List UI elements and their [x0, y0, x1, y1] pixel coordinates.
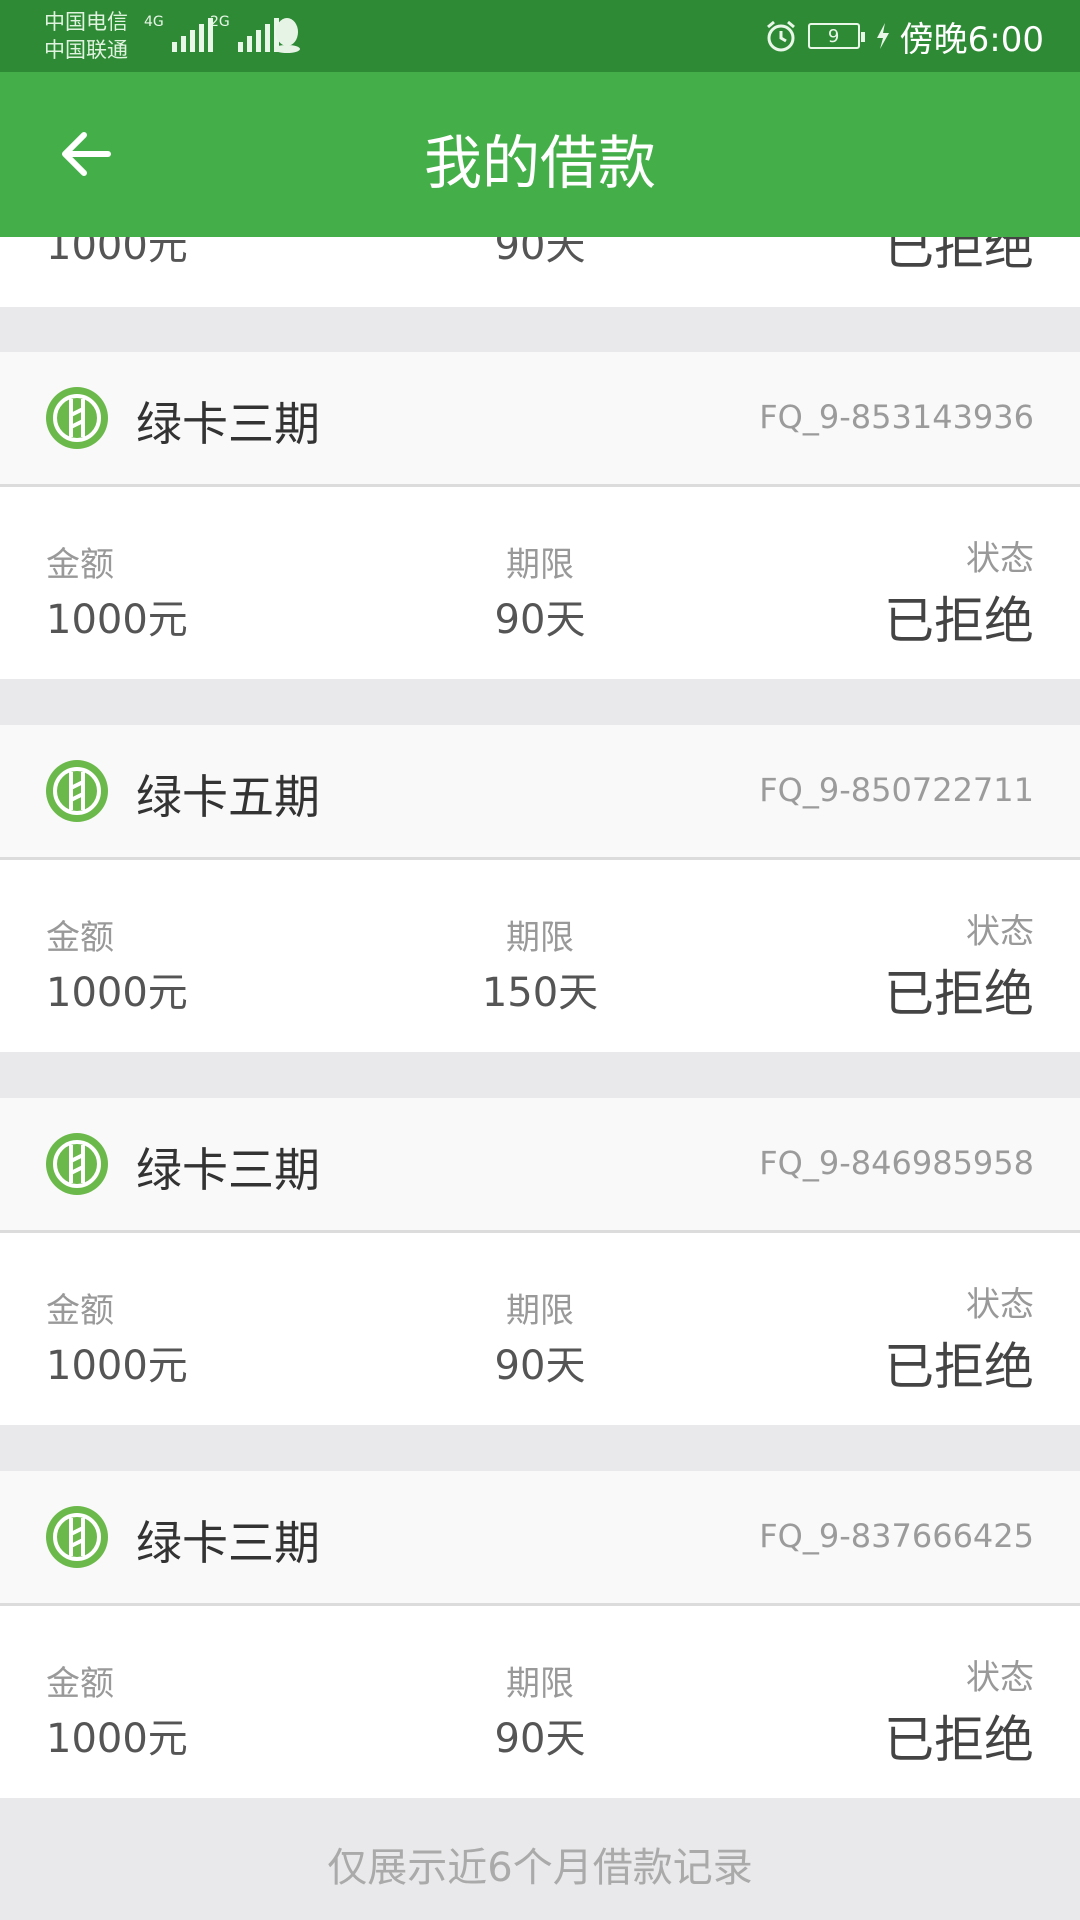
signal-4g-icon: 4G — [144, 14, 213, 52]
card-body: 金额 1000元 期限 90天 状态 已拒绝 — [0, 487, 1080, 679]
carrier-2: 中国联通 — [44, 38, 128, 62]
loan-record-card[interactable]: 绿卡三期 FQ_9-846985958 金额 1000元 期限 90天 状态 已… — [0, 1098, 1080, 1425]
product-name: 绿卡三期 — [136, 397, 320, 451]
loan-id: FQ_9-850722711 — [759, 771, 1034, 809]
status-value: 已拒绝 — [884, 1711, 1034, 1769]
footer-note: 仅展示近6个月借款记录 — [327, 1845, 753, 1891]
green-card-logo-icon — [46, 760, 108, 822]
status-right: 9 傍晚6:00 — [764, 0, 1044, 72]
status-label: 状态 — [966, 539, 1034, 579]
battery-icon: 9 — [807, 23, 865, 49]
status-value: 已拒绝 — [884, 592, 1034, 650]
term-label: 期限 — [506, 1291, 574, 1331]
loan-id: FQ_9-853143936 — [759, 398, 1034, 436]
card-header: 绿卡五期 FQ_9-850722711 — [0, 725, 1080, 860]
card-body: 金额 1000元 期限 150天 状态 已拒绝 — [0, 860, 1080, 1052]
term-label: 期限 — [506, 1664, 574, 1704]
app-bar: 我的借款 — [0, 72, 1080, 237]
carrier-info: 中国电信 中国联通 — [44, 8, 128, 64]
green-card-logo-icon — [46, 387, 108, 449]
product-name: 绿卡三期 — [136, 1143, 320, 1197]
clock: 傍晚6:00 — [899, 19, 1044, 60]
card-header: 绿卡三期 FQ_9-853143936 — [0, 352, 1080, 487]
carrier-1: 中国电信 — [44, 10, 128, 34]
alarm-icon — [766, 20, 795, 52]
status-label: 状态 — [966, 1658, 1034, 1698]
status-value: 已拒绝 — [884, 1338, 1034, 1396]
loan-id: FQ_9-846985958 — [759, 1144, 1034, 1182]
charging-bolt-icon — [876, 23, 889, 49]
card-body: 金额 1000元 期限 90天 状态 已拒绝 — [0, 1233, 1080, 1425]
term-label: 期限 — [506, 918, 574, 958]
loan-id: FQ_9-837666425 — [759, 1517, 1034, 1555]
green-card-logo-icon — [46, 1506, 108, 1568]
status-label: 状态 — [966, 912, 1034, 952]
loan-record-card[interactable]: 绿卡三期 FQ_9-853143936 金额 1000元 期限 90天 状态 已… — [0, 352, 1080, 679]
card-header: 绿卡三期 FQ_9-837666425 — [0, 1471, 1080, 1606]
card-body: 金额 1000元 期限 90天 状态 已拒绝 — [0, 1606, 1080, 1798]
signal-2g-icon: 2G — [210, 14, 279, 52]
card-header: 绿卡三期 FQ_9-846985958 — [0, 1098, 1080, 1233]
status-value: 已拒绝 — [884, 965, 1034, 1023]
term-label: 期限 — [506, 545, 574, 585]
qq-penguin-icon — [274, 18, 300, 53]
loan-record-card[interactable]: 绿卡五期 FQ_9-850722711 金额 1000元 期限 150天 状态 … — [0, 725, 1080, 1052]
green-card-logo-icon — [46, 1133, 108, 1195]
status-bar: 中国电信 中国联通 4G 2G 9 傍晚6:00 — [0, 0, 1080, 72]
product-name: 绿卡三期 — [136, 1516, 320, 1570]
product-name: 绿卡五期 — [136, 770, 320, 824]
page-title: 我的借款 — [423, 129, 656, 197]
loan-record-card[interactable]: 绿卡三期 FQ_9-837666425 金额 1000元 期限 90天 状态 已… — [0, 1471, 1080, 1798]
status-label: 状态 — [966, 1285, 1034, 1325]
